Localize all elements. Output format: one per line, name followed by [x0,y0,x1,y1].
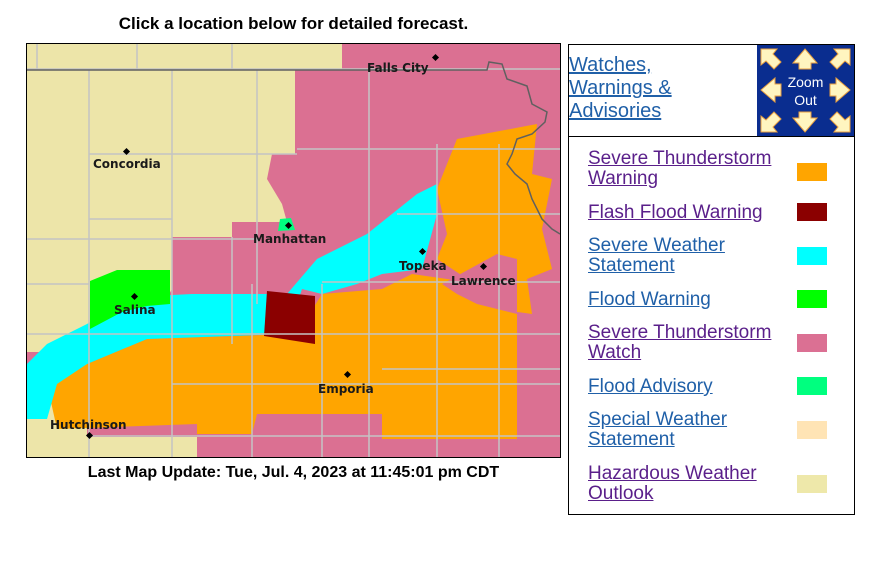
city-label-salina[interactable]: Salina [114,303,156,317]
pan-down-left-arrow-icon[interactable] [760,111,782,133]
legend-item-tstorm-watch: Severe Thunderstorm Watch [588,323,848,363]
pan-up-arrow-icon[interactable] [791,48,819,70]
page-title: Click a location below for detailed fore… [118,14,469,33]
legend-link[interactable]: Severe Thunderstorm Warning [588,149,788,189]
zoom-out-control[interactable]: Zoom Out [757,45,854,136]
legend-swatch [797,475,827,493]
legend-swatch [797,377,827,395]
wwa-line-3: Advisories [569,100,662,122]
legend-item-special-weather-statement: Special Weather Statement [588,410,848,450]
legend-link[interactable]: Flood Advisory [588,377,788,397]
panel-header: Watches, Warnings & Advisories Zoom Out [569,45,854,137]
pan-up-right-arrow-icon[interactable] [829,48,851,70]
city-label-topeka[interactable]: Topeka [399,259,447,273]
city-label-lawrence[interactable]: Lawrence [451,274,516,288]
legend-item-hazardous-weather-outlook: Hazardous Weather Outlook [588,464,848,504]
city-label-concordia[interactable]: Concordia [93,157,161,171]
legend-item-severe-weather-statement: Severe Weather Statement [588,236,848,276]
map-canvas[interactable]: Falls City Concordia Manhattan Topeka La… [27,44,560,457]
legend-item-flood-warning: Flood Warning [588,290,848,310]
legend-swatch [797,203,827,221]
legend-link[interactable]: Hazardous Weather Outlook [588,464,788,504]
legend-swatch [797,421,827,439]
city-label-emporia[interactable]: Emporia [318,382,374,396]
watches-warnings-link[interactable]: Watches, Warnings & Advisories [569,54,672,123]
legend-swatch [797,247,827,265]
city-label-hutchinson[interactable]: Hutchinson [50,418,127,432]
wwa-line-2: Warnings & [569,77,672,99]
hazard-map[interactable]: Falls City Concordia Manhattan Topeka La… [26,43,561,458]
legend-link[interactable]: Severe Weather Statement [588,236,788,276]
legend-panel: Watches, Warnings & Advisories Zoom Out … [568,44,855,515]
city-label-falls-city[interactable]: Falls City [367,61,429,75]
last-update-text: Last Map Update: Tue, Jul. 4, 2023 at 11… [87,464,500,481]
legend-item-flash-flood-warning: Flash Flood Warning [588,203,848,223]
zoom-label-line-1: Zoom [787,74,824,90]
legend-link[interactable]: Flash Flood Warning [588,203,788,223]
legend-swatch [797,163,827,181]
pan-down-right-arrow-icon[interactable] [829,111,851,133]
legend-link[interactable]: Special Weather Statement [588,410,788,450]
legend-swatch [797,290,827,308]
flash-flood-area[interactable] [264,291,315,344]
zoom-label-line-2: Out [794,92,817,108]
pan-up-left-arrow-icon[interactable] [760,48,782,70]
pan-down-arrow-icon[interactable] [791,111,819,133]
zoom-out-label[interactable]: Zoom Out [757,73,854,109]
city-label-manhattan[interactable]: Manhattan [253,232,326,246]
legend-item-tstorm-warning: Severe Thunderstorm Warning [588,149,848,189]
wwa-line-1: Watches, [569,54,652,76]
legend-swatch [797,334,827,352]
legend-item-flood-advisory: Flood Advisory [588,377,848,397]
legend-link[interactable]: Severe Thunderstorm Watch [588,323,788,363]
legend-link[interactable]: Flood Warning [588,290,788,310]
